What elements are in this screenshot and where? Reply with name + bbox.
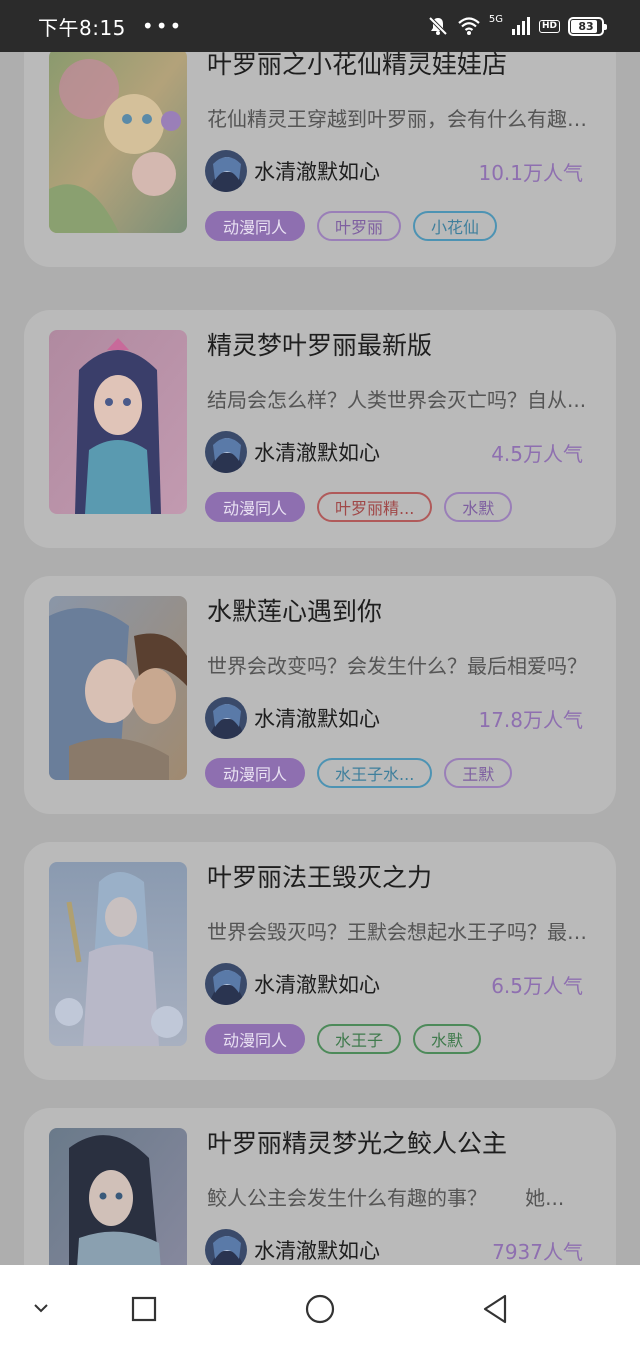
status-bar: 下午8:15 ••• 5G HD 83	[0, 0, 640, 52]
tag[interactable]: 水默	[413, 1024, 482, 1054]
story-title[interactable]: 叶罗丽之小花仙精灵娃娃店	[207, 52, 507, 81]
back-icon[interactable]	[480, 1293, 510, 1325]
battery-icon: 83	[568, 16, 607, 36]
author-avatar[interactable]	[205, 150, 247, 192]
story-cover[interactable]	[49, 330, 187, 514]
recent-apps-icon[interactable]	[130, 1295, 158, 1323]
author-avatar[interactable]	[205, 963, 247, 1005]
network-type: 5G	[488, 13, 503, 25]
more-notifications-icon: •••	[141, 14, 184, 38]
tag[interactable]: 水王子水...	[317, 758, 433, 788]
popularity-count: 17.8万人气	[478, 707, 583, 732]
story-cover[interactable]	[49, 52, 187, 233]
author-name[interactable]: 水清澈默如心	[254, 437, 380, 467]
wifi-icon	[458, 17, 480, 35]
tag[interactable]: 小花仙	[413, 211, 498, 241]
story-description: 结局会怎么样？人类世界会灭亡吗？自从...	[207, 388, 587, 412]
story-cover[interactable]	[49, 1128, 187, 1265]
author-avatar[interactable]	[205, 697, 247, 739]
author-row[interactable]: 水清澈默如心 17.8万人气	[205, 696, 583, 740]
tag[interactable]: 水王子	[317, 1024, 402, 1054]
tag[interactable]: 叶罗丽	[317, 211, 402, 241]
author-row[interactable]: 水清澈默如心 4.5万人气	[205, 430, 583, 474]
tag[interactable]: 动漫同人	[205, 211, 306, 241]
system-nav-bar	[0, 1265, 640, 1351]
popularity-count: 7937人气	[492, 1239, 583, 1264]
tag[interactable]: 水默	[444, 492, 513, 522]
author-name[interactable]: 水清澈默如心	[254, 969, 380, 999]
story-cover[interactable]	[49, 596, 187, 780]
tag[interactable]: 王默	[444, 758, 513, 788]
signal-icon	[511, 17, 530, 35]
popularity-count: 10.1万人气	[478, 160, 583, 185]
story-title[interactable]: 叶罗丽法王毁灭之力	[207, 858, 432, 894]
story-description: 鲛人公主会发生什么有趣的事？ 她...	[207, 1186, 565, 1210]
story-card[interactable]: 叶罗丽之小花仙精灵娃娃店 花仙精灵王穿越到叶罗丽，会有什么有趣的事？ 水清澈默如…	[24, 52, 616, 267]
story-title[interactable]: 叶罗丽精灵梦光之鲛人公主	[207, 1124, 507, 1160]
popularity-count: 4.5万人气	[491, 441, 583, 466]
story-card[interactable]: 精灵梦叶罗丽最新版 结局会怎么样？人类世界会灭亡吗？自从... 水清澈默如心 4…	[24, 310, 616, 548]
popularity-count: 6.5万人气	[491, 973, 583, 998]
tag-list: 动漫同人 叶罗丽精... 水默	[205, 492, 513, 522]
author-row[interactable]: 水清澈默如心 6.5万人气	[205, 962, 583, 1006]
author-row[interactable]: 水清澈默如心 10.1万人气	[205, 149, 583, 193]
story-list[interactable]: 叶罗丽之小花仙精灵娃娃店 花仙精灵王穿越到叶罗丽，会有什么有趣的事？ 水清澈默如…	[0, 52, 640, 1265]
bell-muted-icon	[428, 16, 448, 36]
author-row[interactable]: 水清澈默如心 7937人气	[205, 1228, 583, 1265]
tag[interactable]: 动漫同人	[205, 492, 306, 522]
story-card[interactable]: 水默莲心遇到你 世界会改变吗？会发生什么？最后相爱吗？ 水清澈默如心 17.8万…	[24, 576, 616, 814]
author-avatar[interactable]	[205, 431, 247, 473]
tag-list: 动漫同人 水王子水... 王默	[205, 758, 513, 788]
battery-level: 83	[578, 19, 594, 33]
author-name[interactable]: 水清澈默如心	[254, 703, 380, 733]
hd-badge: HD	[538, 19, 560, 33]
author-name[interactable]: 水清澈默如心	[254, 156, 380, 186]
story-description: 花仙精灵王穿越到叶罗丽，会有什么有趣的事？	[207, 107, 587, 131]
tag[interactable]: 叶罗丽精...	[317, 492, 433, 522]
story-title[interactable]: 精灵梦叶罗丽最新版	[207, 326, 432, 362]
tag[interactable]: 动漫同人	[205, 1024, 306, 1054]
story-card[interactable]: 叶罗丽法王毁灭之力 世界会毁灭吗？王默会想起水王子吗？最后... 水清澈默如心 …	[24, 842, 616, 1080]
chevron-down-icon[interactable]	[28, 1295, 54, 1321]
story-title[interactable]: 水默莲心遇到你	[207, 592, 382, 628]
story-description: 世界会毁灭吗？王默会想起水王子吗？最后...	[207, 920, 587, 944]
tag-list: 动漫同人 水王子 水默	[205, 1024, 482, 1054]
author-avatar[interactable]	[205, 1229, 247, 1265]
tag[interactable]: 动漫同人	[205, 758, 306, 788]
tag-list: 动漫同人 叶罗丽 小花仙	[205, 211, 498, 241]
story-card[interactable]: 叶罗丽精灵梦光之鲛人公主 鲛人公主会发生什么有趣的事？ 她... 水清澈默如心 …	[24, 1108, 616, 1265]
home-icon[interactable]	[304, 1293, 336, 1325]
story-cover[interactable]	[49, 862, 187, 1046]
author-name[interactable]: 水清澈默如心	[254, 1235, 380, 1265]
story-description: 世界会改变吗？会发生什么？最后相爱吗？	[207, 654, 587, 678]
status-time: 下午8:15	[38, 15, 126, 40]
status-icons: 5G HD 83	[427, 13, 607, 37]
